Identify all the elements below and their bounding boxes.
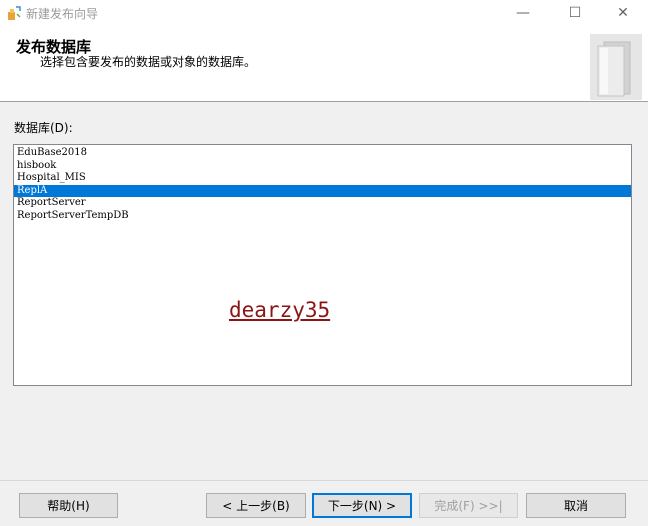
database-list-label: 数据库(D): — [14, 121, 73, 135]
watermark-text: dearzy35 — [229, 298, 331, 322]
title-bar: 新建发布向导 — ☐ ✕ — [0, 0, 648, 26]
minimize-button[interactable]: — — [500, 0, 546, 26]
list-item-hospital-mis[interactable]: Hospital_MIS — [14, 172, 631, 185]
database-list[interactable]: EduBase2018 hisbook Hospital_MIS ReplA R… — [13, 144, 632, 386]
footer-divider — [0, 480, 648, 481]
list-item-hisbook[interactable]: hisbook — [14, 160, 631, 173]
maximize-button[interactable]: ☐ — [552, 0, 598, 26]
cancel-button[interactable]: 取消 — [526, 493, 626, 518]
back-button[interactable]: < 上一步(B) — [206, 493, 306, 518]
database-graphic-icon — [590, 34, 642, 100]
page-subtitle: 选择包含要发布的数据或对象的数据库。 — [40, 55, 257, 69]
help-button[interactable]: 帮助(H) — [19, 493, 118, 518]
list-item-repla[interactable]: ReplA — [14, 184, 631, 198]
list-item-reportserver[interactable]: ReportServer — [14, 197, 631, 210]
close-button[interactable]: ✕ — [600, 0, 646, 26]
window-title: 新建发布向导 — [26, 7, 99, 21]
list-item-edubase2018[interactable]: EduBase2018 — [14, 147, 631, 160]
next-button[interactable]: 下一步(N) > — [312, 493, 412, 518]
finish-button[interactable]: 完成(F) >>| — [419, 493, 518, 518]
wizard-header: 发布数据库 选择包含要发布的数据或对象的数据库。 — [0, 26, 648, 102]
wizard-app-icon — [8, 6, 21, 20]
list-item-reportservertempdb[interactable]: ReportServerTempDB — [14, 210, 631, 223]
